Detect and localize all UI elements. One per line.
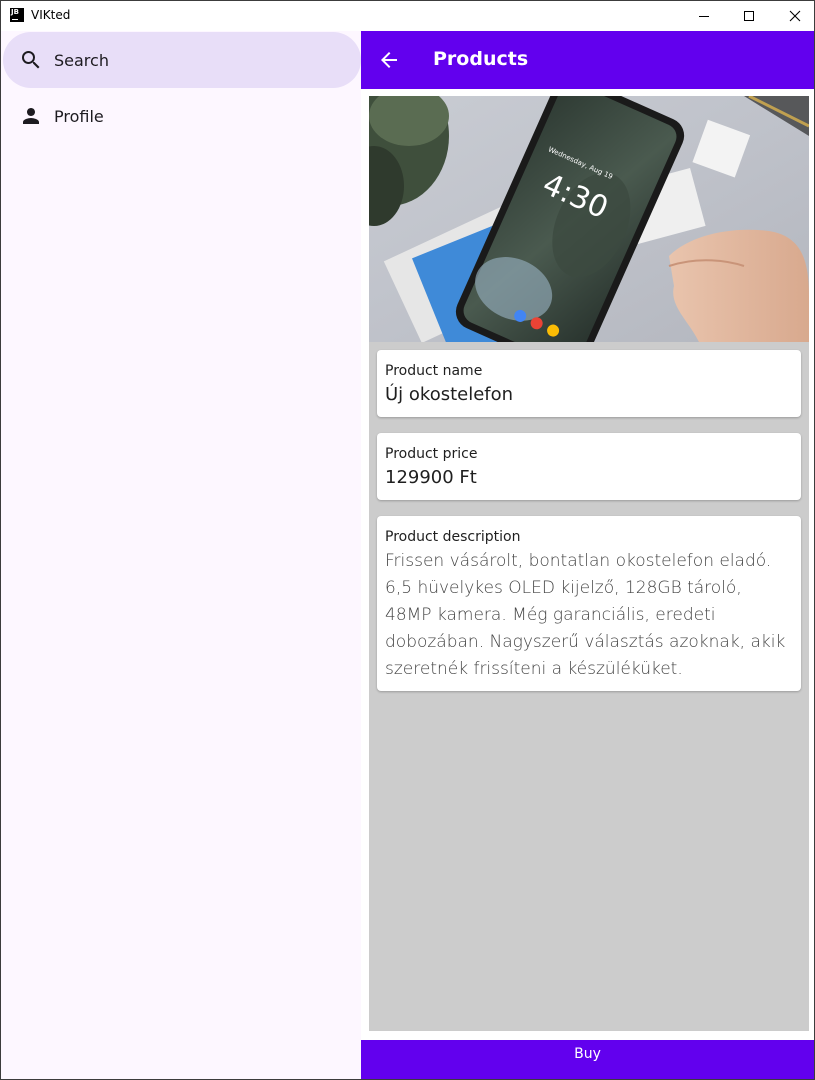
- smartphone-photo: 4:30 Wednesday, Aug 19: [369, 96, 809, 342]
- close-button[interactable]: [772, 1, 814, 31]
- window-title: VIKted: [31, 8, 71, 22]
- maximize-button[interactable]: [726, 1, 772, 31]
- product-image: 4:30 Wednesday, Aug 19: [369, 96, 809, 342]
- search-icon: [22, 51, 40, 69]
- product-price-value: 129900 Ft: [385, 467, 477, 488]
- minimize-icon: [699, 15, 709, 17]
- product-description-value: Frissen vásárolt, bontatlan okostelefon …: [385, 551, 786, 679]
- product-content[interactable]: 4:30 Wednesday, Aug 19 Product name Új o…: [369, 96, 809, 1031]
- nav-item-profile[interactable]: Profile: [3, 88, 361, 144]
- back-button[interactable]: [375, 46, 403, 74]
- product-description-label: Product description: [385, 529, 521, 545]
- maximize-icon: [744, 11, 754, 21]
- minimize-button[interactable]: [681, 1, 727, 31]
- close-icon: [789, 10, 801, 22]
- product-name-label: Product name: [385, 363, 483, 379]
- app-bar: Products: [361, 31, 814, 89]
- page-title: Products: [433, 48, 529, 70]
- buy-button[interactable]: Buy: [361, 1040, 814, 1079]
- app-logo-icon: JB: [10, 8, 24, 22]
- product-description-card: Product description Frissen vásárolt, bo…: [377, 516, 801, 691]
- title-bar: JB VIKted: [1, 1, 814, 31]
- navigation-drawer: Search Profile: [1, 31, 361, 1079]
- product-price-card: Product price 129900 Ft: [377, 433, 801, 500]
- product-price-label: Product price: [385, 446, 478, 462]
- product-details-page: Products 4:30 Wednesday, Aug 19 Product …: [361, 31, 814, 1079]
- product-name-value: Új okostelefon: [385, 384, 514, 405]
- nav-label-profile: Profile: [54, 106, 104, 126]
- nav-item-search[interactable]: Search: [3, 32, 361, 88]
- person-icon: [23, 108, 39, 124]
- app-window: JB VIKted Search Profile Products 4:30 W…: [0, 0, 815, 1080]
- nav-label-search: Search: [54, 50, 109, 70]
- app-logo-text: JB: [11, 8, 19, 16]
- product-name-card: Product name Új okostelefon: [377, 350, 801, 417]
- arrow-back-icon: [381, 52, 397, 68]
